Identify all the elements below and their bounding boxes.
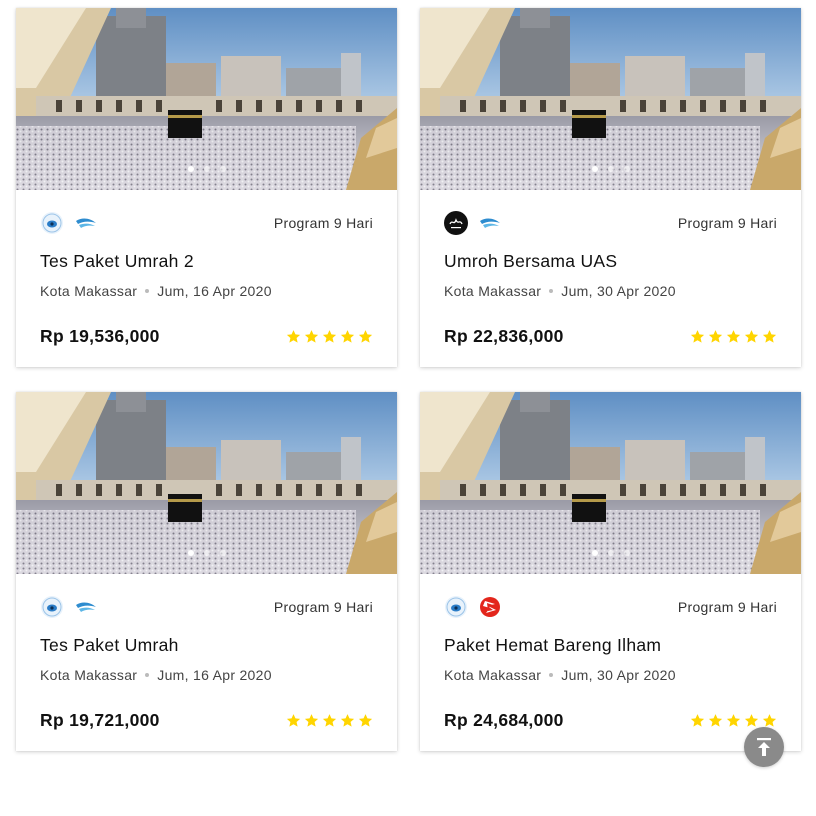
- star-icon: [358, 330, 373, 343]
- carousel-dot[interactable]: [623, 166, 630, 172]
- star-icon: [286, 714, 301, 727]
- carousel-dot[interactable]: [219, 550, 226, 556]
- departure-date: Jum, 16 Apr 2020: [157, 667, 272, 683]
- departure-city: Kota Makassar: [40, 667, 138, 683]
- package-card[interactable]: Program 9 Hari Umroh Bersama UAS Kota Maka…: [420, 8, 801, 367]
- star-icon: [304, 714, 319, 727]
- star-icon: [340, 714, 355, 727]
- package-title[interactable]: Paket Hemat Bareng Ilham: [444, 635, 777, 656]
- star-icon: [708, 714, 723, 727]
- package-price: Rp 22,836,000: [444, 326, 564, 346]
- partner-logos: [40, 211, 98, 235]
- package-card[interactable]: Program 9 Hari Paket Hemat Bareng Ilham Ko…: [420, 392, 801, 751]
- kaaba-photo: [420, 392, 801, 574]
- kaaba-photo: [420, 8, 801, 190]
- separator-dot: [549, 289, 554, 293]
- package-meta: Kota Makassar Jum, 16 Apr 2020: [40, 283, 373, 299]
- separator-dot: [549, 673, 554, 677]
- package-info: Program 9 Hari Tes Paket Umrah 2 Kota Maka…: [16, 190, 397, 347]
- program-duration: Program 9 Hari: [273, 215, 373, 231]
- package-photo-carousel[interactable]: [420, 392, 801, 574]
- rating-stars: [286, 329, 373, 344]
- partner-logos: [444, 211, 502, 235]
- partner-logos: [444, 595, 502, 619]
- package-price: Rp 24,684,000: [444, 710, 564, 730]
- star-icon: [690, 330, 705, 343]
- kaaba-photo: [16, 8, 397, 190]
- garuda-airline-logo-icon: [74, 211, 98, 235]
- carousel-dot[interactable]: [187, 166, 194, 172]
- departure-city: Kota Makassar: [444, 667, 542, 683]
- package-card[interactable]: Program 9 Hari Tes Paket Umrah 2 Kota Maka…: [16, 8, 397, 367]
- carousel-dot[interactable]: [219, 166, 226, 172]
- package-meta: Kota Makassar Jum, 30 Apr 2020: [444, 283, 777, 299]
- star-icon: [322, 330, 337, 343]
- departure-date: Jum, 30 Apr 2020: [561, 283, 676, 299]
- carousel-dots: [16, 166, 397, 172]
- garuda-airline-logo-icon: [478, 211, 502, 235]
- program-duration: Program 9 Hari: [677, 215, 777, 231]
- program-duration: Program 9 Hari: [677, 599, 777, 615]
- star-icon: [744, 714, 759, 727]
- departure-date: Jum, 30 Apr 2020: [561, 667, 676, 683]
- rating-stars: [286, 713, 373, 728]
- garuda-airline-logo-icon: [74, 595, 98, 619]
- carousel-dots: [420, 550, 801, 556]
- carousel-dot[interactable]: [607, 550, 614, 556]
- carousel-dots: [420, 166, 801, 172]
- carousel-dot[interactable]: [623, 550, 630, 556]
- star-icon: [708, 330, 723, 343]
- kaaba-photo: [16, 392, 397, 574]
- package-info: Program 9 Hari Paket Hemat Bareng Ilham Ko…: [420, 574, 801, 731]
- star-icon: [690, 714, 705, 727]
- star-icon: [762, 330, 777, 343]
- carousel-dot[interactable]: [591, 550, 598, 556]
- carousel-dot[interactable]: [203, 166, 210, 172]
- star-icon: [762, 714, 777, 727]
- scroll-to-top-button[interactable]: [744, 727, 784, 767]
- separator-dot: [145, 289, 150, 293]
- lion-air-logo-icon: [478, 595, 502, 619]
- travel-agency-logo-icon: [444, 595, 468, 619]
- star-icon: [340, 330, 355, 343]
- package-price: Rp 19,721,000: [40, 710, 160, 730]
- package-title[interactable]: Umroh Bersama UAS: [444, 251, 777, 272]
- carousel-dots: [16, 550, 397, 556]
- package-info: Program 9 Hari Tes Paket Umrah Kota Makass…: [16, 574, 397, 731]
- carousel-dot[interactable]: [607, 166, 614, 172]
- departure-date: Jum, 16 Apr 2020: [157, 283, 272, 299]
- star-icon: [358, 714, 373, 727]
- rating-stars: [690, 713, 777, 728]
- travel-agency-logo-icon: [40, 211, 64, 235]
- star-icon: [744, 330, 759, 343]
- package-photo-carousel[interactable]: [16, 8, 397, 190]
- package-meta: Kota Makassar Jum, 16 Apr 2020: [40, 667, 373, 683]
- package-title[interactable]: Tes Paket Umrah 2: [40, 251, 373, 272]
- partner-logos: [40, 595, 98, 619]
- arrow-up-to-line-icon: [757, 738, 771, 756]
- departure-city: Kota Makassar: [444, 283, 542, 299]
- carousel-dot[interactable]: [187, 550, 194, 556]
- star-icon: [322, 714, 337, 727]
- package-title[interactable]: Tes Paket Umrah: [40, 635, 373, 656]
- program-duration: Program 9 Hari: [273, 599, 373, 615]
- package-meta: Kota Makassar Jum, 30 Apr 2020: [444, 667, 777, 683]
- package-photo-carousel[interactable]: [16, 392, 397, 574]
- rating-stars: [690, 329, 777, 344]
- departure-city: Kota Makassar: [40, 283, 138, 299]
- carousel-dot[interactable]: [203, 550, 210, 556]
- star-icon: [304, 330, 319, 343]
- package-photo-carousel[interactable]: [420, 8, 801, 190]
- calligraphy-agency-logo-icon: [444, 211, 468, 235]
- travel-agency-logo-icon: [40, 595, 64, 619]
- star-icon: [286, 330, 301, 343]
- package-info: Program 9 Hari Umroh Bersama UAS Kota Maka…: [420, 190, 801, 347]
- package-price: Rp 19,536,000: [40, 326, 160, 346]
- package-card[interactable]: Program 9 Hari Tes Paket Umrah Kota Makass…: [16, 392, 397, 751]
- carousel-dot[interactable]: [591, 166, 598, 172]
- star-icon: [726, 714, 741, 727]
- separator-dot: [145, 673, 150, 677]
- star-icon: [726, 330, 741, 343]
